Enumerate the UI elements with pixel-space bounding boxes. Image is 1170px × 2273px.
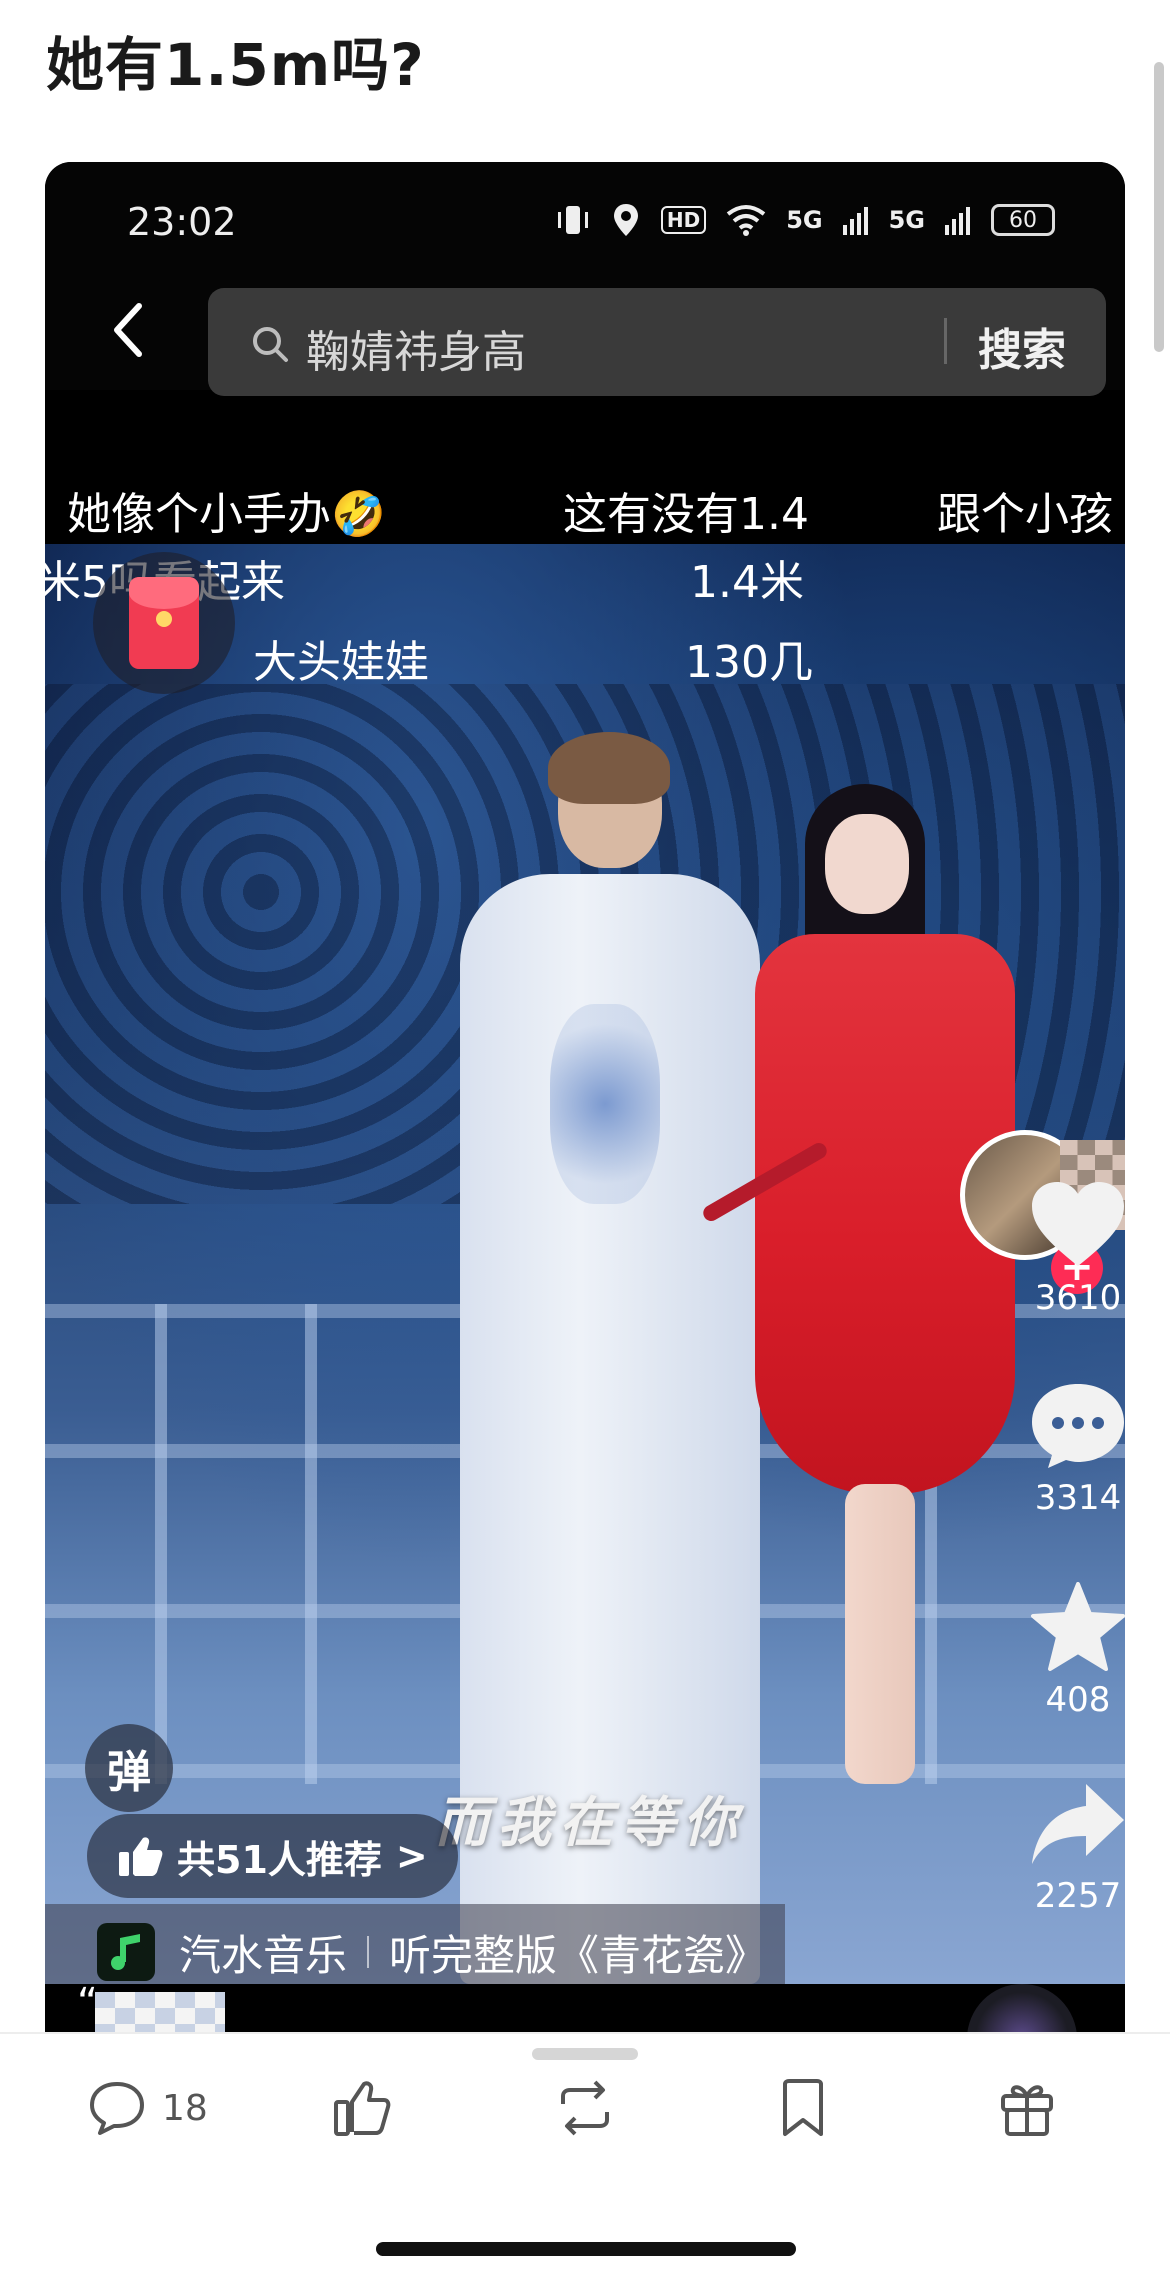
music-full-version-link[interactable]: 听完整版《青花瓷》 (389, 1922, 767, 1983)
search-icon (253, 327, 288, 362)
red-envelope-icon (129, 577, 199, 669)
comment-bubble-icon (1032, 1384, 1124, 1468)
search-divider (944, 318, 947, 364)
heart-icon (1032, 1182, 1124, 1266)
woman-legs (845, 1484, 915, 1784)
back-button[interactable] (97, 300, 157, 360)
star-icon (1031, 1582, 1125, 1671)
performer-woman (735, 784, 1035, 1784)
share-count: 2257 (1034, 1876, 1122, 1916)
vibrate-icon (557, 206, 588, 234)
location-icon (613, 204, 638, 236)
stage-post (305, 1304, 317, 1784)
like-button[interactable]: 3610 (1013, 1180, 1125, 1318)
like-icon (334, 2081, 391, 2136)
mosaic-censor (95, 1992, 225, 2032)
battery-level: 60 (1009, 207, 1037, 233)
red-packet-button[interactable] (93, 552, 235, 694)
favorite-count: 408 (1045, 1680, 1111, 1720)
danmaku-bar: 她像个小手办🤣 这有没有1.4 跟个小孩 (45, 462, 1125, 544)
chevron-left-icon (114, 303, 142, 357)
search-row: 鞠婧祎身高 搜索 (45, 270, 1125, 396)
danmaku-item: 1.4米 (690, 557, 804, 608)
hd-badge: HD (660, 206, 707, 234)
bookmark-action[interactable] (779, 2073, 827, 2143)
search-button[interactable]: 搜索 (978, 314, 1066, 378)
sheet-grabber[interactable] (532, 2048, 638, 2060)
danmaku-toggle-button[interactable]: 弹 (85, 1724, 173, 1812)
danmaku-item: 跟个小孩 (937, 489, 1113, 540)
danmaku-item: 这有没有1.4 (563, 489, 809, 540)
share-button[interactable]: 2257 (1013, 1778, 1125, 1916)
recommend-label: 共51人推荐 (177, 1837, 382, 1882)
comment-icon (90, 2082, 144, 2135)
search-input[interactable]: 鞠婧祎身高 搜索 (208, 288, 1106, 396)
status-bar: 23:02 HD 5G 5G 60 (45, 162, 1125, 270)
man-hair (548, 732, 670, 804)
repost-icon (561, 2080, 609, 2136)
bookmark-icon (783, 2079, 823, 2136)
music-divider (367, 1936, 370, 1968)
woman-face (825, 814, 909, 914)
like-count: 3610 (1034, 1278, 1122, 1318)
danmaku-item: 130几 (685, 637, 813, 688)
embedded-screenshot: 23:02 HD 5G 5G 60 鞠婧祎身高 搜索 她像个小手办🤣 这有没有1… (45, 162, 1125, 2032)
comment-count: 3314 (1034, 1478, 1122, 1518)
network-label-1: 5G (786, 206, 823, 234)
signal-icon (945, 207, 970, 235)
comment-count-toolbar: 18 (162, 2087, 208, 2129)
status-time: 23:02 (127, 200, 237, 244)
like-action[interactable] (332, 2073, 392, 2143)
chevron-right-icon: > (395, 1834, 428, 1878)
danmaku-item: 她像个小手办🤣 (67, 489, 386, 540)
music-app-icon (97, 1923, 155, 1981)
recommend-pill[interactable]: 共51人推荐 > (87, 1814, 458, 1898)
home-indicator (376, 2242, 796, 2256)
danmaku-item: 大头娃娃 (253, 637, 429, 688)
wifi-icon (726, 205, 766, 236)
robe-embroidery (550, 1004, 660, 1204)
music-app-name: 汽水音乐 (179, 1930, 348, 1980)
signal-icon (842, 207, 868, 235)
gift-action[interactable] (999, 2073, 1055, 2143)
favorite-button[interactable]: 408 (1013, 1582, 1125, 1720)
comment-action[interactable]: 18 (88, 2073, 208, 2143)
status-icons: HD 5G 5G 60 (555, 202, 1055, 238)
comment-button[interactable]: 3314 (1013, 1380, 1125, 1518)
thumbs-up-icon (119, 1837, 163, 1876)
video-player[interactable] (45, 544, 1125, 1984)
music-note-icon (111, 1934, 140, 1970)
repost-action[interactable] (553, 2073, 617, 2143)
video-subtitle: 而我在等你 (435, 1791, 745, 1854)
stage-post (155, 1304, 167, 1784)
share-arrow-icon (1032, 1784, 1124, 1864)
battery-icon: 60 (991, 204, 1055, 236)
search-query[interactable]: 鞠婧祎身高 (306, 316, 526, 380)
scrollbar[interactable] (1154, 62, 1164, 352)
gift-icon (1001, 2085, 1053, 2136)
network-label-2: 5G (888, 206, 925, 234)
post-title: 她有1.5m吗? (46, 31, 425, 99)
